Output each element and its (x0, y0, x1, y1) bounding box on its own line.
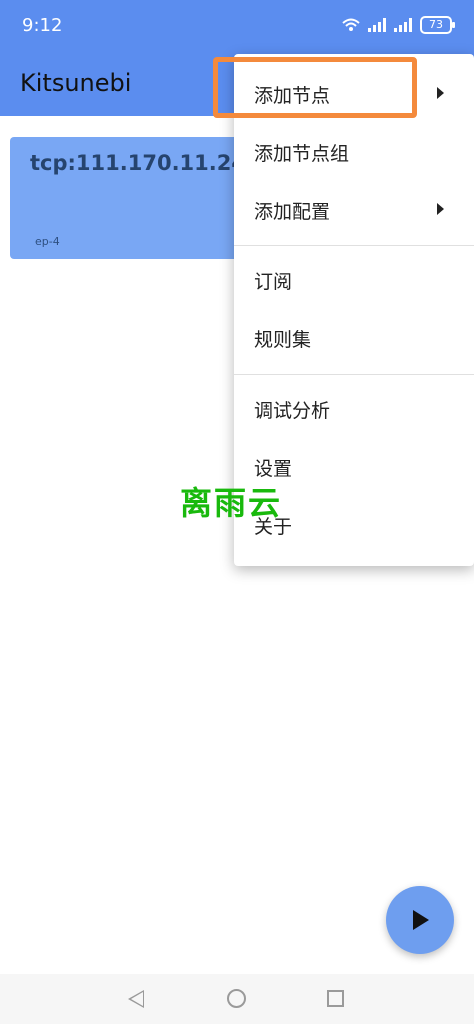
menu-divider (234, 374, 474, 375)
status-icons: 73 (342, 16, 455, 34)
menu-item-rule-set[interactable]: 规则集 (234, 309, 474, 367)
menu-divider (234, 245, 474, 246)
back-icon-inner (131, 992, 143, 1006)
menu-item-label: 订阅 (254, 270, 293, 293)
submenu-arrow-icon (437, 203, 444, 215)
submenu-arrow-icon (437, 87, 444, 99)
navigation-bar (0, 974, 474, 1024)
menu-item-label: 规则集 (254, 328, 312, 351)
status-time: 9:12 (22, 15, 63, 36)
play-icon (413, 910, 429, 930)
signal-icon (394, 18, 412, 32)
recent-apps-icon[interactable] (327, 990, 344, 1007)
menu-item-add-node-group[interactable]: 添加节点组 (234, 123, 474, 181)
node-subtitle: ep-4 (35, 235, 60, 248)
signal-icon (368, 18, 386, 32)
node-address: tcp:111.170.11.244 (30, 151, 261, 175)
app-title: Kitsunebi (20, 69, 132, 97)
wifi-icon (342, 18, 360, 31)
menu-item-label: 添加配置 (254, 200, 331, 223)
watermark: 离雨云 (180, 484, 283, 522)
battery-indicator: 73 (420, 16, 455, 34)
menu-item-label: 调试分析 (254, 399, 331, 422)
menu-item-add-config[interactable]: 添加配置 (234, 181, 474, 239)
home-icon[interactable] (227, 989, 246, 1008)
menu-item-debug[interactable]: 调试分析 (234, 380, 474, 438)
highlight-box (213, 57, 417, 118)
menu-item-label: 添加节点组 (254, 142, 350, 165)
menu-item-label: 设置 (254, 457, 293, 480)
play-button[interactable] (386, 886, 454, 954)
status-bar: 9:12 73 (0, 0, 474, 54)
menu-item-subscription[interactable]: 订阅 (234, 251, 474, 309)
